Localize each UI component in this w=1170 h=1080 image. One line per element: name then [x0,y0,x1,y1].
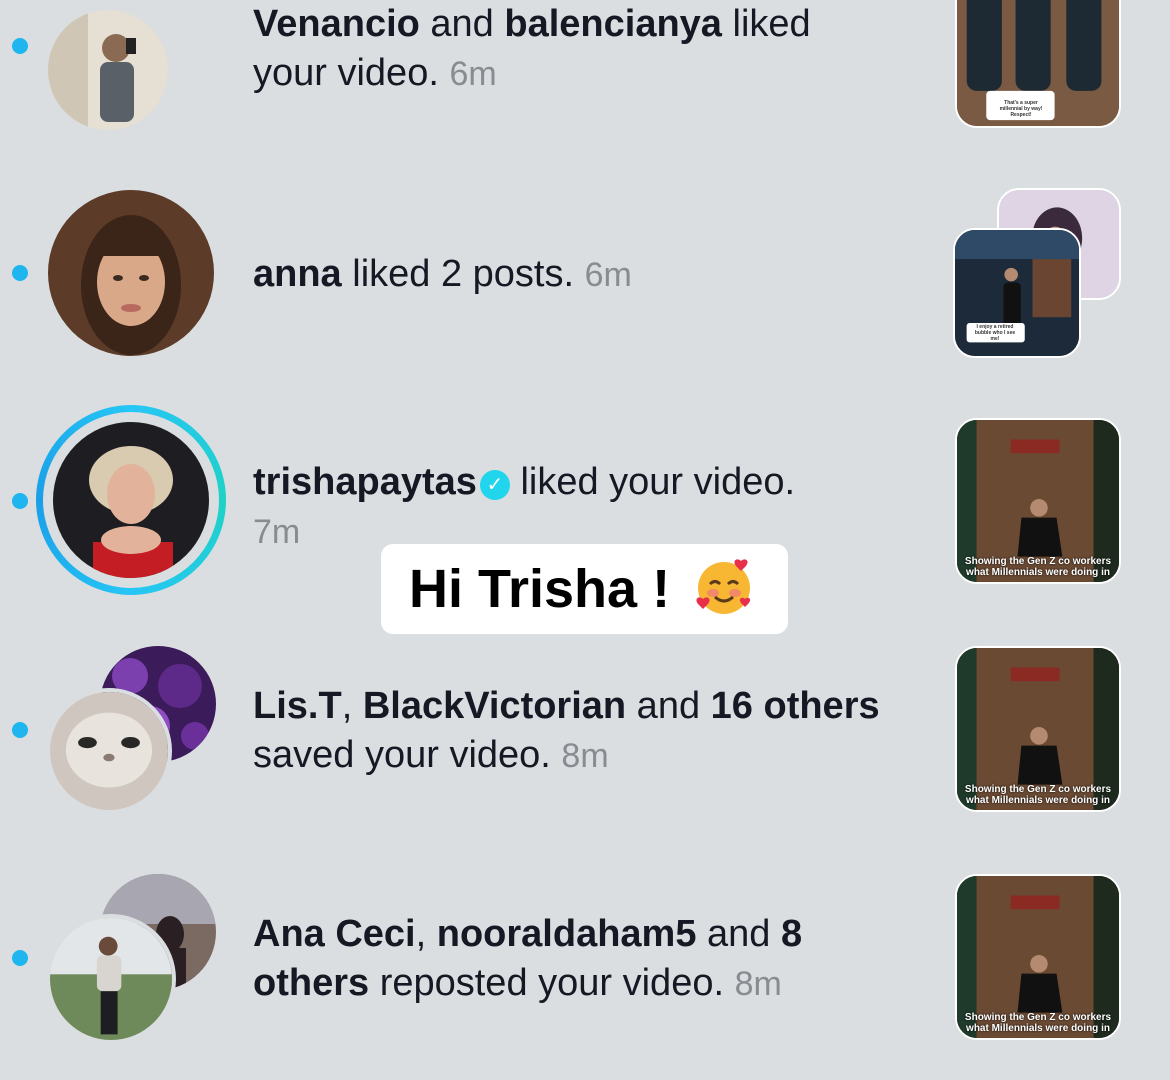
timestamp: 6m [449,55,497,93]
avatar-photo [50,692,168,810]
action-text: liked your video. [509,461,796,503]
joiner-text: , [415,913,437,955]
actor-name[interactable]: anna [253,253,342,295]
video-thumbnail[interactable]: Showing the Gen Z co workers what Millen… [955,646,1121,812]
verified-badge-icon: ✓ [479,470,510,500]
actor-name[interactable]: Ana Ceci [253,913,416,955]
timestamp: 6m [584,256,632,294]
notification-row[interactable]: anna liked 2 posts. 6m I enjoy a retired… [0,180,1170,380]
thumbnail-caption: Showing the Gen Z co workers what Millen… [964,1012,1112,1034]
avatar-photo [48,190,214,356]
notification-row[interactable]: Venancio and balencianya liked your vide… [0,0,1170,200]
actor-name[interactable]: BlackVictorian [363,685,626,727]
timestamp: 8m [561,737,609,775]
actor-name[interactable]: balencianya [504,3,722,45]
notification-text[interactable]: trishapaytas ✓ liked your video. 7m [253,458,893,557]
notification-row[interactable]: Ana Ceci, nooraldaham5 and 8 others repo… [0,870,1170,1070]
notification-text[interactable]: Venancio and balencianya liked your vide… [253,0,893,99]
notification-row[interactable]: Lis.T, BlackVictorian and 16 others save… [0,640,1170,840]
thumbnail-caption: That's a super millennial by way! Respec… [999,100,1043,118]
timestamp: 7m [253,513,301,551]
avatar-photo [50,918,172,1040]
video-thumbnail[interactable]: That's a super millennial by way! Respec… [955,0,1121,128]
joiner-text: and [696,913,782,955]
video-thumbnail[interactable]: Showing the Gen Z co workers what Millen… [955,874,1121,1040]
avatar[interactable] [48,190,214,356]
unread-dot [12,38,28,54]
joiner-text: and [419,3,505,45]
avatar-photo [48,10,168,130]
actor-name[interactable]: Lis.T [253,685,342,727]
smiling-face-with-hearts-icon [693,554,755,616]
actor-name[interactable]: 16 others [711,685,880,727]
thumbnail-caption: Showing the Gen Z co workers what Millen… [964,556,1112,578]
thumbnail-caption: Showing the Gen Z co workers what Millen… [964,784,1112,806]
avatar[interactable] [46,688,172,814]
sticker-text: Hi Trisha ! [409,559,671,619]
actor-name[interactable]: nooraldaham5 [437,913,697,955]
avatar[interactable] [48,10,168,130]
video-thumbnail[interactable]: Showing the Gen Z co workers what Millen… [955,418,1121,584]
unread-dot [12,493,28,509]
text-sticker[interactable]: Hi Trisha ! [381,544,788,634]
timestamp: 8m [734,965,782,1003]
avatar[interactable] [46,914,176,1044]
actor-name[interactable]: Venancio [253,3,420,45]
unread-dot [12,265,28,281]
notification-text[interactable]: Lis.T, BlackVictorian and 16 others save… [253,682,893,781]
joiner-text: , [341,685,363,727]
thumbnail-caption: I enjoy a retired bubble who I see me! [974,324,1016,342]
actor-name[interactable]: trishapaytas [253,461,477,503]
avatar[interactable] [53,422,209,578]
action-text: liked 2 posts. [341,253,575,295]
notification-text[interactable]: anna liked 2 posts. 6m [253,250,893,300]
unread-dot [12,722,28,738]
notification-text[interactable]: Ana Ceci, nooraldaham5 and 8 others repo… [253,910,893,1009]
avatar-photo [53,422,209,578]
unread-dot [12,950,28,966]
action-text: reposted your video. [369,962,725,1004]
video-thumbnail[interactable]: I enjoy a retired bubble who I see me! [953,228,1081,358]
action-text: saved your video. [253,734,551,776]
joiner-text: and [626,685,711,727]
